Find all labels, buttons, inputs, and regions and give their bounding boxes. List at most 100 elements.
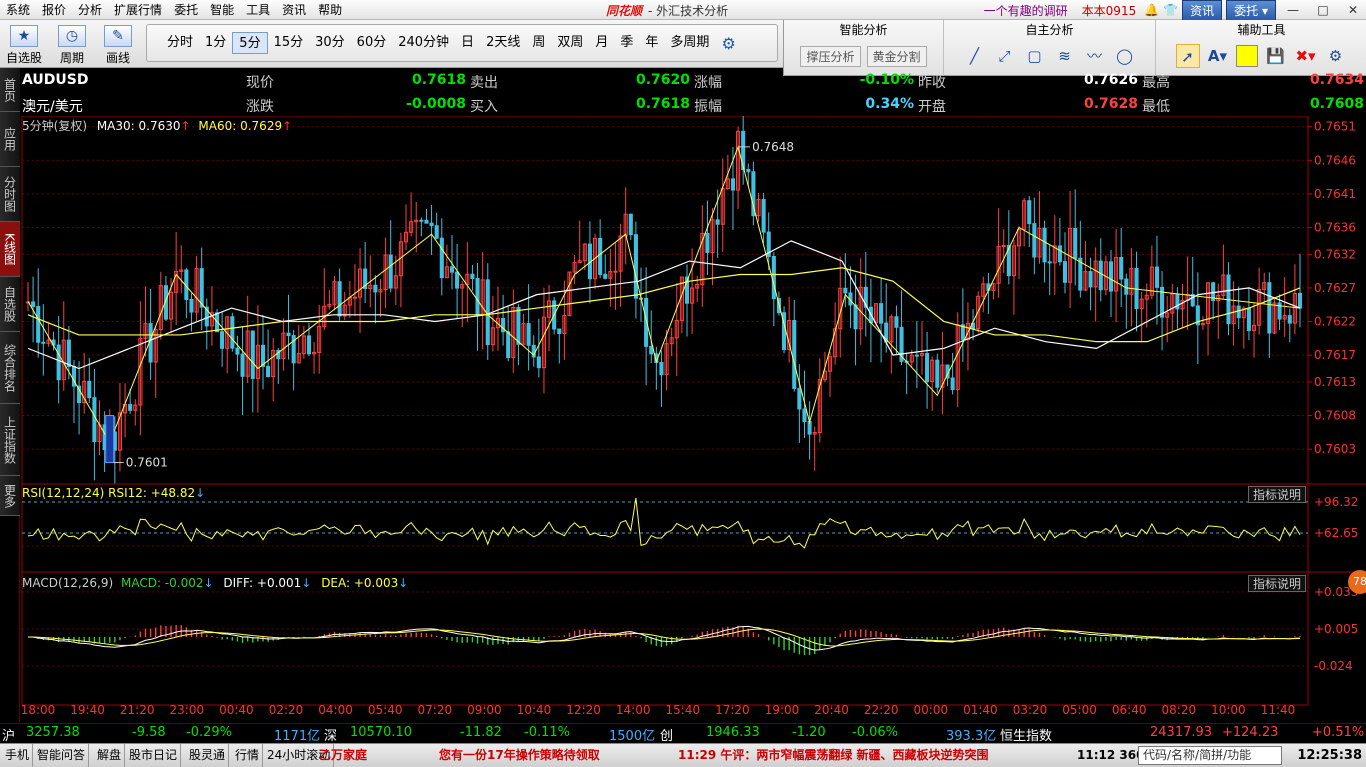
candle-body xyxy=(31,301,36,307)
kline-chart[interactable]: 0.7651 0.7646 0.7641 0.7636 0.7632 0.7627 0.76… xyxy=(20,116,1366,722)
candle-body xyxy=(41,341,46,344)
period-tab[interactable]: 1分 xyxy=(199,32,232,54)
trade-button[interactable]: 委托 ▾ xyxy=(1226,0,1276,21)
rsi-line xyxy=(27,497,1301,549)
ray-tool-icon[interactable]: ⤢ xyxy=(993,44,1017,68)
sidebar-item-kline[interactable]: K线图 xyxy=(0,222,20,277)
minimize-icon[interactable]: — xyxy=(1280,3,1306,17)
menu-item[interactable]: 委托 xyxy=(168,1,204,18)
color-picker[interactable] xyxy=(1235,45,1258,67)
settings-icon[interactable]: ⚙ xyxy=(1324,44,1348,68)
app-title-area: 同花顺 - 外汇技术分析 xyxy=(606,4,729,18)
period-tab[interactable]: 日 xyxy=(455,32,480,54)
line-tool-icon[interactable]: ╱ xyxy=(963,44,987,68)
channel-tool-icon[interactable]: ≋ xyxy=(1053,44,1077,68)
hs-index-value: 24317.93 xyxy=(1150,725,1213,740)
time-tick-label: 23:00 xyxy=(170,703,205,717)
candle-body xyxy=(1098,260,1103,291)
period-tab[interactable]: 周 xyxy=(526,32,551,54)
news-link[interactable]: 一个有趣的调研 xyxy=(984,2,1068,19)
candle-body xyxy=(557,328,562,334)
rectangle-tool-icon[interactable]: ▢ xyxy=(1023,44,1047,68)
wave-tool-icon[interactable]: 〰 xyxy=(1083,44,1107,68)
candle-body xyxy=(613,270,618,273)
user-name[interactable]: 本本0915 xyxy=(1082,2,1137,19)
menu-item[interactable]: 帮助 xyxy=(312,1,348,18)
save-icon[interactable]: 💾 xyxy=(1264,44,1288,68)
news-ticker[interactable]: 11:29 午评：两市窄幅震荡翻绿 新疆、西藏板块逆势突围 xyxy=(675,744,992,767)
period-tab[interactable]: 5分 xyxy=(232,32,268,54)
candle-body xyxy=(388,254,393,289)
bell-icon[interactable]: 🔔 xyxy=(1144,3,1159,17)
period-tab[interactable]: 15分 xyxy=(268,32,310,54)
period-tab[interactable]: 季 xyxy=(614,32,639,54)
draw-button[interactable]: ✎ 画线 xyxy=(98,22,138,66)
period-tab[interactable]: 多周期 xyxy=(664,32,715,54)
candle-body xyxy=(715,219,720,225)
cursor-icon[interactable]: ➚ xyxy=(1175,44,1200,68)
ellipse-tool-icon[interactable]: ◯ xyxy=(1113,44,1137,68)
sidebar-item-timeshare[interactable]: 分时图 xyxy=(0,167,20,222)
period-tab[interactable]: 分时 xyxy=(161,32,199,54)
close-icon[interactable]: ✕ xyxy=(1340,3,1366,17)
app-logo: 同花顺 xyxy=(606,4,643,18)
quote-value: 0.7608 xyxy=(1309,96,1364,112)
sidebar-item-home[interactable]: 首页 xyxy=(0,68,20,112)
maximize-icon[interactable]: □ xyxy=(1310,3,1336,17)
draw-label: 画线 xyxy=(105,51,130,65)
watchlist-button[interactable]: ★ 自选股 xyxy=(4,22,44,66)
shirt-icon[interactable]: 👕 xyxy=(1163,3,1178,17)
period-tab[interactable]: 240分钟 xyxy=(392,32,455,54)
menu-item[interactable]: 系统 xyxy=(0,1,36,18)
menu-item[interactable]: 分析 xyxy=(72,1,108,18)
period-tab[interactable]: 30分 xyxy=(309,32,351,54)
price-tick-label: 0.7632 xyxy=(1314,247,1356,261)
sidebar-item-sh-index[interactable]: 上证指数 xyxy=(0,404,20,476)
status-item[interactable]: 智能问答 xyxy=(34,744,90,767)
rsi-tick-label: +96.32 xyxy=(1314,495,1358,509)
status-item[interactable]: 手机 xyxy=(2,744,34,767)
period-tab[interactable]: 双周 xyxy=(551,32,589,54)
status-item[interactable]: 行情 xyxy=(232,744,264,767)
status-item[interactable]: 解盘 xyxy=(94,744,126,767)
main-toolbar: ★ 自选股 ◷ 周期 ✎ 画线 分时 1分 5分 15分 30分 60分 240分钟日 2天线周双周… xyxy=(0,20,783,68)
period-tab[interactable]: 年 xyxy=(639,32,664,54)
rsi-indicator-help-button[interactable]: 指标说明 xyxy=(1247,486,1306,503)
quote-label: 现价 xyxy=(246,75,274,91)
trade-button-label: 委托 xyxy=(1234,3,1259,18)
menu-item[interactable]: 扩展行情 xyxy=(108,1,168,18)
menu-item[interactable]: 工具 xyxy=(240,1,276,18)
status-item[interactable]: 股市日记 xyxy=(126,744,182,767)
period-button[interactable]: ◷ 周期 xyxy=(52,22,92,66)
delete-icon[interactable]: ✖▾ xyxy=(1294,44,1318,68)
period-tab[interactable]: 2天线 xyxy=(480,32,526,54)
quote-label: 卖出 xyxy=(470,75,498,91)
ad-family[interactable]: 乙万家庭 xyxy=(316,744,370,767)
sidebar-item-ranking[interactable]: 综合排名 xyxy=(0,332,20,404)
news-button[interactable]: 资讯 xyxy=(1182,0,1223,21)
diff-line xyxy=(27,625,1301,651)
golden-section-button[interactable]: 黄金分割 xyxy=(866,45,927,67)
sidebar-item-apps[interactable]: 应用 xyxy=(0,112,20,167)
gear-icon[interactable]: ⚙ xyxy=(721,34,735,53)
sidebar-item-more[interactable]: 更多 xyxy=(0,476,20,516)
status-item[interactable]: 股灵通 xyxy=(186,744,230,767)
period-label: 周期 xyxy=(59,51,84,65)
period-tab[interactable]: 60分 xyxy=(351,32,393,54)
candle-body xyxy=(373,284,378,293)
period-tab[interactable]: 月 xyxy=(589,32,614,54)
menu-item[interactable]: 报价 xyxy=(36,1,72,18)
quote-label: 涨跌 xyxy=(246,99,274,115)
text-tool-icon[interactable]: A▾ xyxy=(1206,44,1230,68)
time-tick-label: 19:00 xyxy=(765,703,800,717)
menu-item[interactable]: 资讯 xyxy=(276,1,312,18)
candle-body xyxy=(730,178,736,191)
code-search-input[interactable]: 代码/名称/简拼/功能 xyxy=(1138,746,1282,765)
sidebar-item-watchlist[interactable]: 自选股 xyxy=(0,277,20,332)
support-resistance-button[interactable]: 撑压分析 xyxy=(800,45,861,67)
ad-strategy[interactable]: 您有一份17年操作策略待领取 xyxy=(436,744,603,767)
floating-badge[interactable]: 78 xyxy=(1348,570,1366,594)
menu-item[interactable]: 智能 xyxy=(204,1,240,18)
macd-indicator-help-button[interactable]: 指标说明 xyxy=(1247,575,1306,592)
news-ticker-2[interactable]: 11:12 360 xyxy=(1074,744,1147,767)
